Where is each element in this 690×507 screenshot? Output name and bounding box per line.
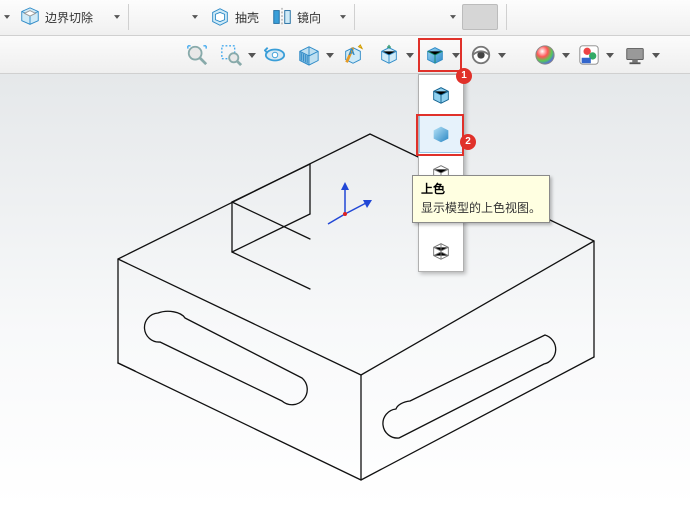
ribbon-dropdown-3[interactable]: [338, 4, 348, 30]
shell-label: 抽壳: [235, 9, 259, 26]
display-style-button[interactable]: [420, 40, 450, 70]
view-settings-button[interactable]: [620, 40, 650, 70]
menu-wireframe[interactable]: [419, 232, 463, 270]
ribbon-toolbar: 边界切除 抽壳 镜向: [0, 0, 690, 36]
display-style-menu: [418, 74, 464, 272]
boundary-cut-button[interactable]: 边界切除: [14, 4, 98, 30]
view-settings-dropdown[interactable]: [650, 40, 662, 70]
wireframe-icon: [430, 240, 452, 262]
svg-text:A: A: [348, 47, 355, 57]
mirror-button[interactable]: 镜向: [266, 4, 326, 30]
view-settings-icon: [624, 44, 646, 66]
boundary-cut-icon: [19, 6, 41, 28]
dynamic-annotation-icon: A: [342, 44, 364, 66]
apply-scene-icon: [578, 44, 600, 66]
hide-show-items-icon: [470, 44, 492, 66]
model-viewport[interactable]: [0, 74, 690, 507]
menu-shaded[interactable]: [419, 115, 463, 153]
edit-appearance-button[interactable]: [530, 40, 560, 70]
appearance-dropdown[interactable]: [560, 40, 572, 70]
shell-button[interactable]: 抽壳: [204, 4, 264, 30]
view-toolbar: A: [0, 36, 690, 74]
menu-shaded-with-edges[interactable]: [419, 76, 463, 114]
view-orientation-button[interactable]: [374, 40, 404, 70]
ribbon-separator-1: [128, 4, 129, 30]
zoom-to-area-button[interactable]: [216, 40, 246, 70]
section-view-button[interactable]: [294, 40, 324, 70]
model-wireframe: [0, 74, 690, 507]
inactive-ribbon-button[interactable]: [462, 4, 498, 30]
tooltip-title: 上色: [421, 180, 541, 197]
display-style-dropdown[interactable]: [450, 40, 462, 70]
tooltip: 上色 显示模型的上色视图。: [412, 175, 550, 223]
shaded-icon: [430, 123, 452, 145]
apply-scene-button[interactable]: [574, 40, 604, 70]
display-style-icon: [424, 44, 446, 66]
shell-icon: [209, 6, 231, 28]
section-view-icon: [298, 44, 320, 66]
edit-appearance-icon: [534, 44, 556, 66]
view-orientation-icon: [378, 44, 400, 66]
dynamic-annotation-button[interactable]: A: [338, 40, 368, 70]
mirror-icon: [271, 6, 293, 28]
ribbon-dropdown-1[interactable]: [2, 4, 12, 30]
tooltip-description: 显示模型的上色视图。: [421, 199, 541, 216]
boundary-cut-dropdown[interactable]: [112, 4, 122, 30]
boundary-cut-label: 边界切除: [45, 9, 93, 26]
ribbon-dropdown-2[interactable]: [190, 4, 200, 30]
zoom-to-fit-icon: [186, 44, 208, 66]
zoom-to-area-icon: [220, 44, 242, 66]
mirror-label: 镜向: [297, 9, 321, 26]
scene-dropdown[interactable]: [604, 40, 616, 70]
zoom-dropdown[interactable]: [246, 40, 258, 70]
section-dropdown[interactable]: [324, 40, 336, 70]
previous-view-button[interactable]: [260, 40, 290, 70]
zoom-to-fit-button[interactable]: [182, 40, 212, 70]
ribbon-dropdown-4[interactable]: [448, 4, 458, 30]
previous-view-icon: [264, 44, 286, 66]
orientation-dropdown[interactable]: [404, 40, 416, 70]
ribbon-separator-3: [506, 4, 507, 30]
hide-show-dropdown[interactable]: [496, 40, 508, 70]
hide-show-button[interactable]: [466, 40, 496, 70]
shaded-with-edges-icon: [430, 84, 452, 106]
ribbon-separator-2: [354, 4, 355, 30]
